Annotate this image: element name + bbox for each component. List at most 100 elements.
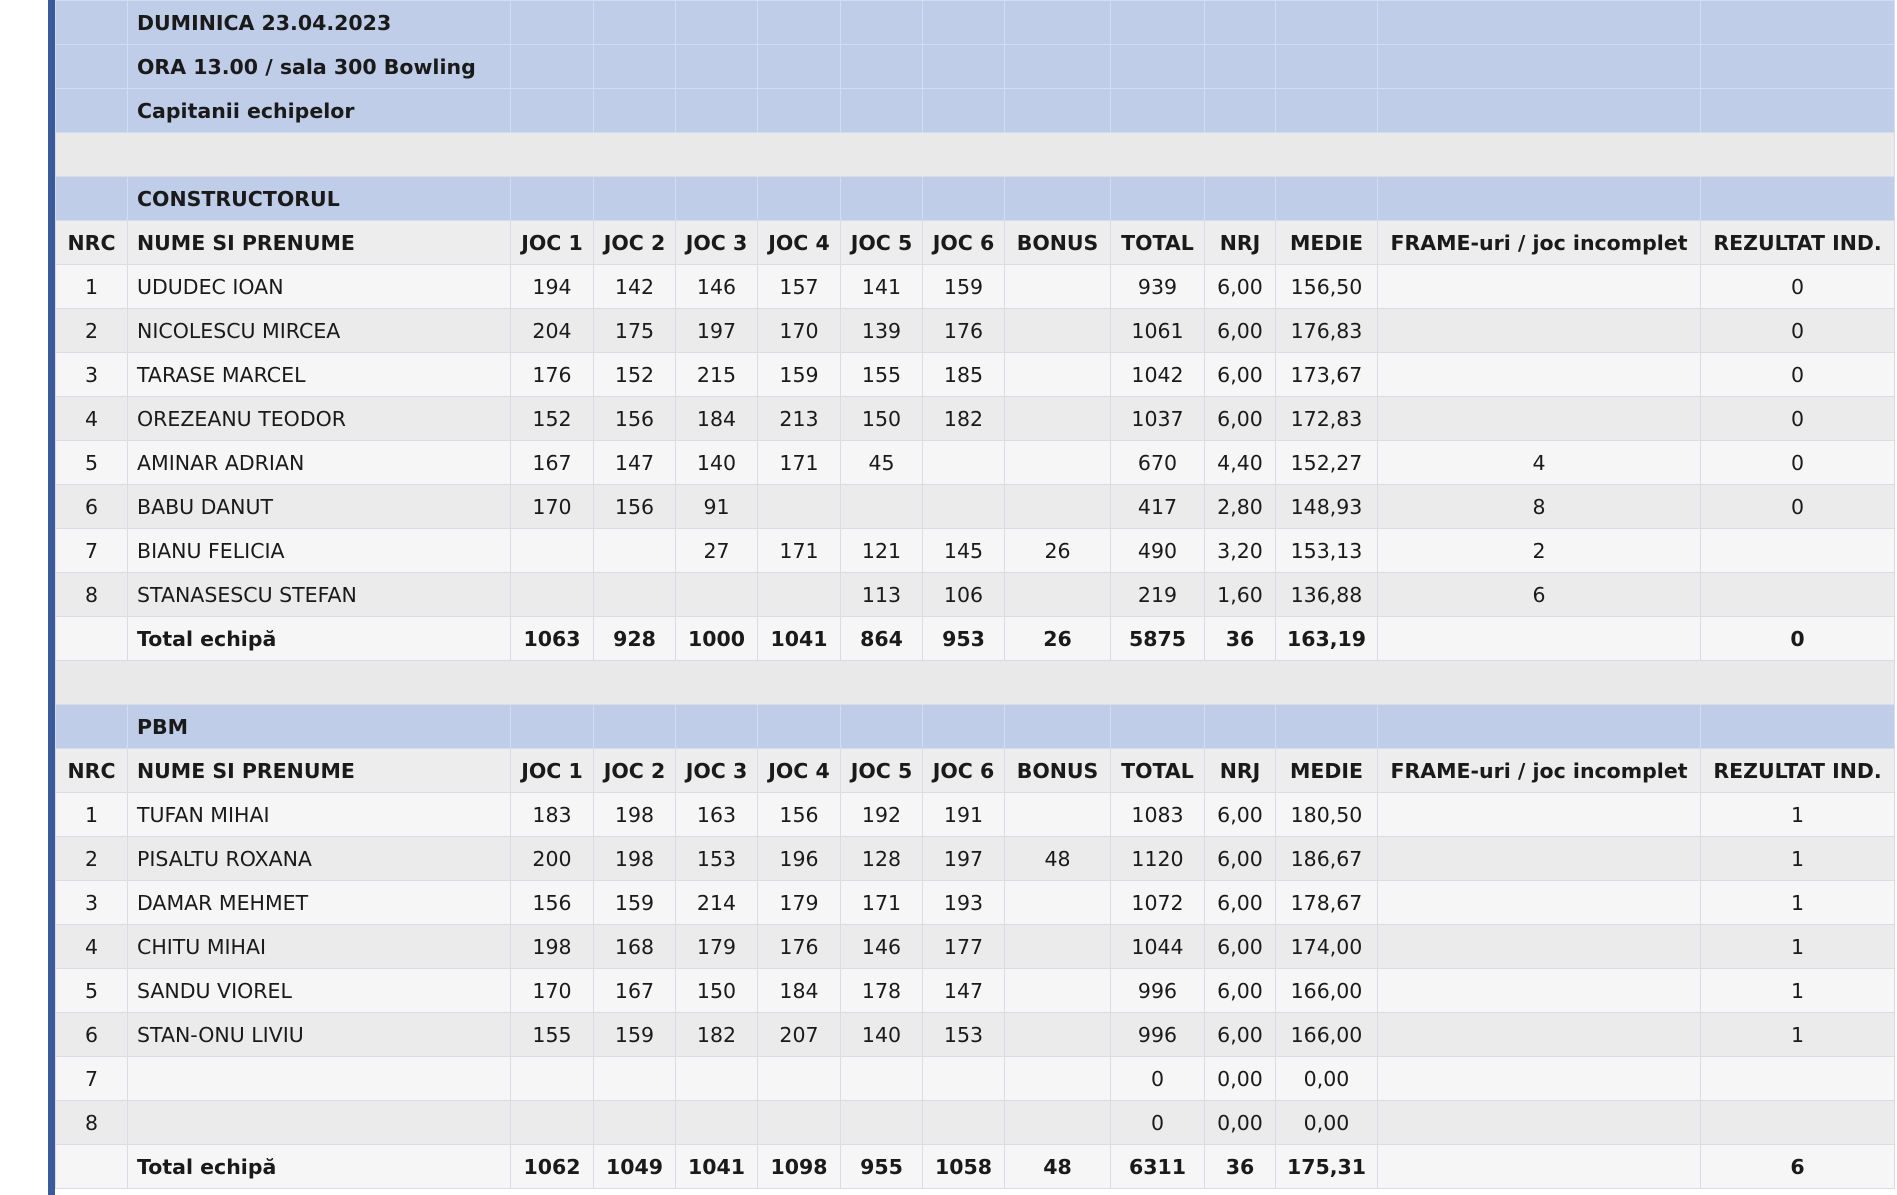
empty-cell <box>675 44 758 89</box>
team-total-row: Total echipă 1062 1049 1041 1098 955 1058 48 631… <box>55 1144 1895 1189</box>
column-header: JOC 1 <box>510 748 594 793</box>
table-cell: 182 <box>675 1012 758 1057</box>
total-cell: 26 <box>1004 616 1111 661</box>
table-cell <box>757 484 841 529</box>
player-row: 6 STAN-ONU LIVIU 155 159 182 207 140 153 996 6,00… <box>55 1012 1895 1057</box>
table-cell <box>593 528 676 573</box>
table-cell: PISALTU ROXANA <box>127 836 511 881</box>
empty-cell <box>1275 704 1378 749</box>
column-header: REZULTAT IND. <box>1700 220 1895 265</box>
empty-cell <box>675 0 758 45</box>
empty-cell <box>1004 88 1111 133</box>
team-name-text: CONSTRUCTORUL <box>127 176 511 221</box>
table-cell: 0,00 <box>1275 1056 1378 1101</box>
table-cell: 197 <box>675 308 758 353</box>
table-cell: OREZEANU TEODOR <box>127 396 511 441</box>
table-cell <box>1004 1100 1111 1145</box>
column-header: JOC 3 <box>675 748 758 793</box>
table-cell: 121 <box>840 528 923 573</box>
table-cell: 170 <box>510 968 594 1013</box>
table-cell <box>1377 792 1701 837</box>
empty-cell <box>1204 0 1276 45</box>
table-cell: 155 <box>840 352 923 397</box>
table-cell <box>1377 1056 1701 1101</box>
table-cell <box>675 1056 758 1101</box>
table-cell: STAN-ONU LIVIU <box>127 1012 511 1057</box>
table-cell <box>1377 924 1701 969</box>
player-row: 7 BIANU FELICIA 27 171 121 145 26 490 3,20 153,13… <box>55 528 1895 573</box>
player-row: 8 STANASESCU STEFAN 113 106 219 1,60 136,88 6 <box>55 572 1895 617</box>
table-cell: 153 <box>922 1012 1005 1057</box>
table-cell: 1 <box>1700 880 1895 925</box>
table-cell: 6 <box>55 484 128 529</box>
table-cell: 139 <box>840 308 923 353</box>
table-cell: SANDU VIOREL <box>127 968 511 1013</box>
table-cell <box>127 1056 511 1101</box>
table-cell: 198 <box>510 924 594 969</box>
table-cell: 152,27 <box>1275 440 1378 485</box>
player-row: 8 0 0,00 0,00 <box>55 1100 1895 1145</box>
table-cell <box>840 484 923 529</box>
table-cell: 140 <box>675 440 758 485</box>
table-cell: 1 <box>55 792 128 837</box>
table-cell: UDUDEC IOAN <box>127 264 511 309</box>
table-cell <box>1377 352 1701 397</box>
empty-cell <box>1110 176 1205 221</box>
empty-cell <box>1004 0 1111 45</box>
empty-cell <box>1700 0 1895 45</box>
table-cell: 200 <box>510 836 594 881</box>
table-cell: 159 <box>757 352 841 397</box>
table-cell: 8 <box>55 1100 128 1145</box>
table-cell: 146 <box>675 264 758 309</box>
total-cell <box>55 1144 128 1189</box>
empty-cell <box>1700 704 1895 749</box>
player-row: 2 PISALTU ROXANA 200 198 153 196 128 197 48 1120 6… <box>55 836 1895 881</box>
table-cell: 1 <box>1700 968 1895 1013</box>
results-table: DUMINICA 23.04.2023 ORA 13.00 / sala 300 … <box>55 0 1895 1189</box>
column-header: NRC <box>55 220 128 265</box>
table-cell <box>1700 1100 1895 1145</box>
column-header: JOC 2 <box>593 220 676 265</box>
empty-cell <box>1377 704 1701 749</box>
table-cell: 490 <box>1110 528 1205 573</box>
column-header-row: NRC NUME SI PRENUME JOC 1 JOC 2 JOC 3 JOC 4 JO… <box>55 220 1895 265</box>
table-cell: 167 <box>593 968 676 1013</box>
table-cell <box>922 1056 1005 1101</box>
empty-cell <box>55 0 128 45</box>
table-cell <box>1004 484 1111 529</box>
date-heading: DUMINICA 23.04.2023 <box>55 0 1895 45</box>
team-total-row: Total echipă 1063 928 1000 1041 864 953 26 5875 3… <box>55 616 1895 661</box>
column-header: NUME SI PRENUME <box>127 220 511 265</box>
table-cell: AMINAR ADRIAN <box>127 440 511 485</box>
empty-cell <box>510 44 594 89</box>
table-cell: 48 <box>1004 836 1111 881</box>
empty-cell <box>922 44 1005 89</box>
empty-cell <box>840 176 923 221</box>
total-cell: 953 <box>922 616 1005 661</box>
total-cell: 1098 <box>757 1144 841 1189</box>
table-cell <box>757 572 841 617</box>
empty-cell <box>1204 704 1276 749</box>
spacer-cell <box>55 660 1895 705</box>
table-cell: 140 <box>840 1012 923 1057</box>
player-row: 1 TUFAN MIHAI 183 198 163 156 192 191 1083 6,00 18… <box>55 792 1895 837</box>
table-cell: 6,00 <box>1204 836 1276 881</box>
table-cell: TUFAN MIHAI <box>127 792 511 837</box>
table-cell <box>840 1100 923 1145</box>
table-cell: 1037 <box>1110 396 1205 441</box>
table-cell <box>1004 352 1111 397</box>
table-cell: 4,40 <box>1204 440 1276 485</box>
table-cell: 142 <box>593 264 676 309</box>
table-cell: 4 <box>1377 440 1701 485</box>
spacer-row <box>55 660 1895 705</box>
table-cell: 6,00 <box>1204 264 1276 309</box>
table-cell <box>1004 440 1111 485</box>
table-cell: 6,00 <box>1204 880 1276 925</box>
table-cell: 184 <box>675 396 758 441</box>
table-cell: 166,00 <box>1275 968 1378 1013</box>
empty-cell <box>1275 176 1378 221</box>
column-header: BONUS <box>1004 220 1111 265</box>
table-cell: 173,67 <box>1275 352 1378 397</box>
table-cell <box>1377 880 1701 925</box>
table-cell: STANASESCU STEFAN <box>127 572 511 617</box>
